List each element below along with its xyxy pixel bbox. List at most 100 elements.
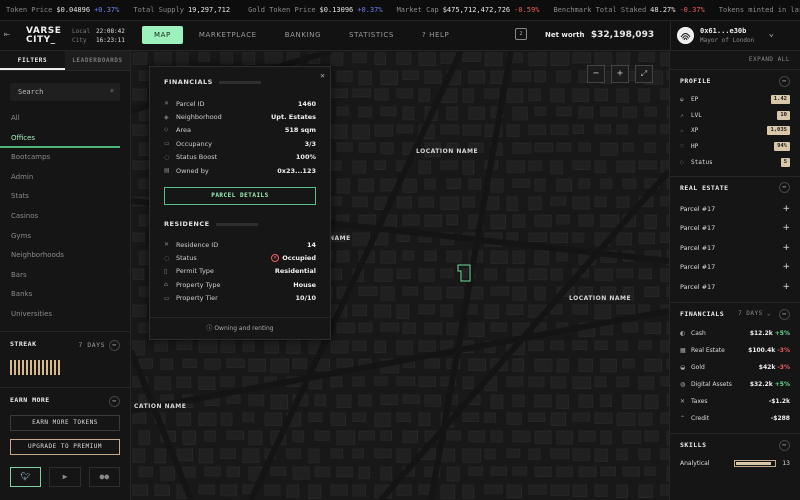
logo[interactable]: VARSE CITY_ — [26, 27, 61, 45]
youtube-icon[interactable]: ▶ — [49, 466, 81, 487]
parcel-row[interactable]: Parcel #17 + — [680, 218, 790, 238]
row-icon: ✕ — [164, 100, 170, 108]
financial-label: Real Estate — [691, 347, 725, 355]
financial-value: $100.4k — [748, 347, 776, 355]
plus-icon[interactable]: + — [782, 223, 790, 233]
collapse-icon[interactable]: − — [779, 182, 790, 194]
row-value-wrap: 100% — [296, 153, 316, 161]
row-value-wrap: 14 — [307, 241, 316, 249]
ticker-item: Token Price $0.04896 +0.37% — [0, 6, 127, 14]
collapse-icon[interactable]: − — [109, 339, 120, 351]
plus-icon[interactable]: + — [782, 282, 790, 292]
nav-statistics[interactable]: STATISTICS — [337, 26, 406, 44]
row-label: Occupancy — [176, 139, 213, 148]
collapse-arrow-icon[interactable]: ⇤ — [4, 29, 16, 41]
stat-label: HP — [691, 143, 699, 151]
plus-icon[interactable]: + — [782, 262, 790, 272]
ticker-label: Market Cap — [396, 6, 439, 14]
parcel-row[interactable]: Parcel #17 + — [680, 199, 790, 219]
financial-change: +5% — [774, 381, 790, 389]
ticker-value: $0.04896 — [56, 6, 91, 14]
filter-item-stats[interactable]: Stats — [0, 187, 130, 207]
financial-row: ✕ Taxes -$1.2k — [680, 393, 790, 410]
tab-filters[interactable]: FILTERS — [0, 51, 65, 70]
filter-item-offices[interactable]: Offices — [0, 129, 120, 149]
parcel-name: Parcel #17 — [680, 263, 716, 272]
city-time: 16:23:11 — [96, 37, 125, 44]
stat-icon: ♡ — [680, 143, 684, 151]
upgrade-premium-button[interactable]: UPGRADE TO PREMIUM — [10, 438, 120, 455]
filter-item-neighborhoods[interactable]: Neighborhoods — [0, 246, 130, 266]
filter-item-bars[interactable]: Bars — [0, 266, 130, 286]
parcel-row[interactable]: Parcel #17 + — [680, 238, 790, 258]
collapse-icon[interactable]: − — [109, 395, 120, 407]
collapse-icon[interactable]: − — [779, 308, 790, 320]
financial-icon: ◐ — [680, 330, 686, 338]
map-location-label[interactable]: CATION NAME — [134, 403, 186, 410]
row-label: Parcel ID — [176, 99, 205, 108]
collapse-icon[interactable]: − — [779, 439, 790, 451]
medium-icon[interactable]: ●● — [88, 466, 120, 487]
profile-stat: ♡ HP 94% — [680, 139, 790, 155]
earn-more-tokens-button[interactable]: EARN MORE TOKENS — [10, 414, 120, 431]
filter-item-admin[interactable]: Admin — [0, 168, 130, 188]
row-label: Neighborhood — [176, 113, 222, 122]
map-location-label[interactable]: NAME — [329, 235, 351, 242]
popup-row: ▯ Permit Type Residential — [164, 265, 316, 278]
filter-item-bootcamps[interactable]: Bootcamps — [0, 148, 130, 168]
row-value: Upt. Estates — [271, 113, 316, 122]
expand-all-button[interactable]: EXPAND ALL — [670, 51, 800, 69]
financial-value: $32.2k — [749, 381, 773, 389]
search-input[interactable]: Search ⌕ — [10, 83, 120, 101]
parcel-name: Parcel #17 — [680, 282, 716, 291]
parcel-row[interactable]: Parcel #17 + — [680, 277, 790, 297]
financial-label: Credit — [691, 415, 710, 423]
row-value: House — [293, 280, 316, 289]
twitter-icon[interactable]: 🐦︎ — [10, 466, 42, 487]
zoom-in-button[interactable]: + — [611, 65, 629, 83]
local-time: 22:08:42 — [96, 28, 125, 35]
plus-icon[interactable]: + — [782, 204, 790, 214]
parcel-name: Parcel #17 — [680, 204, 716, 213]
map-location-label[interactable]: LOCATION NAME — [569, 295, 631, 302]
financial-value: $12.2k — [749, 330, 773, 338]
nav-banking[interactable]: BANKING — [273, 26, 333, 44]
parcel-details-button[interactable]: PARCEL DETAILS — [164, 187, 316, 205]
popup-footer[interactable]: ⓘ Owning and renting — [150, 317, 330, 339]
ticker-change: +0.37% — [357, 6, 383, 14]
filter-item-all[interactable]: All — [0, 109, 130, 129]
row-value: Occupied — [282, 254, 316, 263]
financial-icon: ▦ — [680, 347, 686, 355]
row-value-wrap: House — [293, 281, 316, 289]
filter-item-gyms[interactable]: Gyms — [0, 227, 130, 247]
filter-item-banks[interactable]: Banks — [0, 285, 130, 305]
financial-row: ⌃ Credit -$288 — [680, 410, 790, 427]
close-icon[interactable]: ✕ — [320, 71, 325, 80]
messages-icon[interactable]: 2 — [515, 28, 527, 40]
parcel-row[interactable]: Parcel #17 + — [680, 257, 790, 277]
period-select[interactable]: 7 DAYS ⌄ — [738, 303, 771, 325]
row-value: Residential — [274, 267, 316, 276]
plus-icon[interactable]: + — [782, 243, 790, 253]
row-icon: ⬦ — [164, 126, 169, 134]
filter-item-casinos[interactable]: Casinos — [0, 207, 130, 227]
filter-item-universities[interactable]: Universities — [0, 305, 130, 325]
nav-help[interactable]: ? HELP — [410, 26, 461, 44]
avatar[interactable] — [677, 27, 694, 44]
fullscreen-icon[interactable]: ⤢ — [635, 65, 653, 83]
financial-icon: ◒ — [680, 364, 686, 372]
user-menu[interactable]: 0x61...e30b Mayor of London ⌄ — [670, 21, 800, 51]
stat-icon: ◌ — [680, 158, 684, 166]
collapse-icon[interactable]: − — [779, 75, 790, 87]
earn-section: EARN MORE − — [0, 386, 130, 407]
row-icon: ✕ — [164, 241, 170, 249]
map-location-label[interactable]: LOCATION NAME — [416, 148, 478, 155]
financial-change: +5% — [774, 330, 790, 338]
user-address: 0x61...e30b — [700, 27, 747, 35]
zoom-out-button[interactable]: − — [587, 65, 605, 83]
chevron-down-icon[interactable]: ⌄ — [769, 29, 774, 39]
row-icon: ◈ — [164, 113, 169, 121]
nav-marketplace[interactable]: MARKETPLACE — [187, 26, 269, 44]
tab-leaderboards[interactable]: LEADERBOARDS — [65, 51, 130, 70]
nav-map[interactable]: MAP — [142, 26, 183, 44]
